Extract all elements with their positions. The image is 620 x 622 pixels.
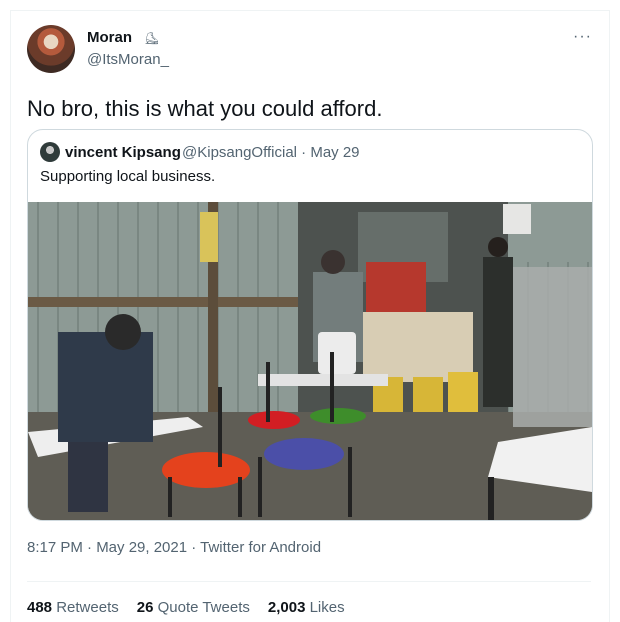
user-avatar[interactable] [27, 25, 75, 73]
quote-tweets-stat[interactable]: 26 Quote Tweets [137, 599, 250, 616]
retweets-stat[interactable]: 488 Retweets [27, 599, 119, 616]
display-name[interactable]: Moran [87, 29, 132, 46]
divider [27, 581, 591, 582]
quoted-text: Supporting local business. [40, 168, 216, 185]
quoted-photo[interactable] [28, 202, 592, 520]
badge-icon: ⛸ [144, 31, 160, 45]
quoted-tweet[interactable]: vincent Kipsang @KipsangOfficial · May 2… [27, 129, 593, 521]
more-options-icon[interactable]: ··· [573, 28, 592, 46]
tweet-text: No bro, this is what you could afford. [27, 96, 383, 121]
retweets-label: Retweets [56, 599, 119, 616]
quoted-handle-date[interactable]: @KipsangOfficial · May 29 [182, 144, 360, 161]
likes-count: 2,003 [267, 599, 306, 616]
quote-tweets-label: Quote Tweets [157, 599, 250, 616]
tweet-card: Moran ⛸ @ItsMoran_ ··· No bro, this is w… [10, 10, 610, 622]
likes-label: Likes [309, 599, 345, 616]
quoted-display-name[interactable]: vincent Kipsang [65, 144, 181, 161]
quote-tweets-count: 26 [136, 599, 154, 616]
engagement-stats: 488 Retweets 26 Quote Tweets 2,003 Likes [27, 599, 345, 616]
likes-stat[interactable]: 2,003 Likes [268, 599, 345, 616]
quoted-avatar[interactable] [40, 142, 60, 162]
restaurant-photo-illustration [28, 202, 592, 520]
tweet-timestamp[interactable]: 8:17 PM · May 29, 2021 · Twitter for And… [27, 539, 321, 556]
retweets-count: 488 [27, 599, 53, 616]
user-handle[interactable]: @ItsMoran_ [87, 51, 169, 68]
